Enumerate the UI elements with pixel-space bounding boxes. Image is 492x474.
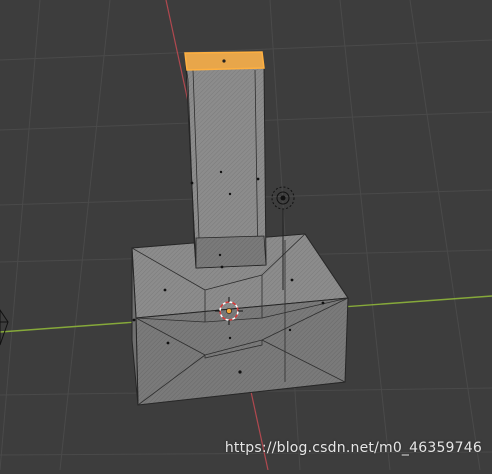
- viewport-canvas[interactable]: [0, 0, 492, 471]
- camera-icon[interactable]: [0, 309, 9, 346]
- origin-dot-icon[interactable]: [226, 308, 232, 314]
- 3d-viewport[interactable]: https://blog.csdn.net/m0_46359746: [0, 0, 492, 471]
- watermark-text: https://blog.csdn.net/m0_46359746: [224, 440, 482, 456]
- column-mesh[interactable]: [185, 65, 267, 269]
